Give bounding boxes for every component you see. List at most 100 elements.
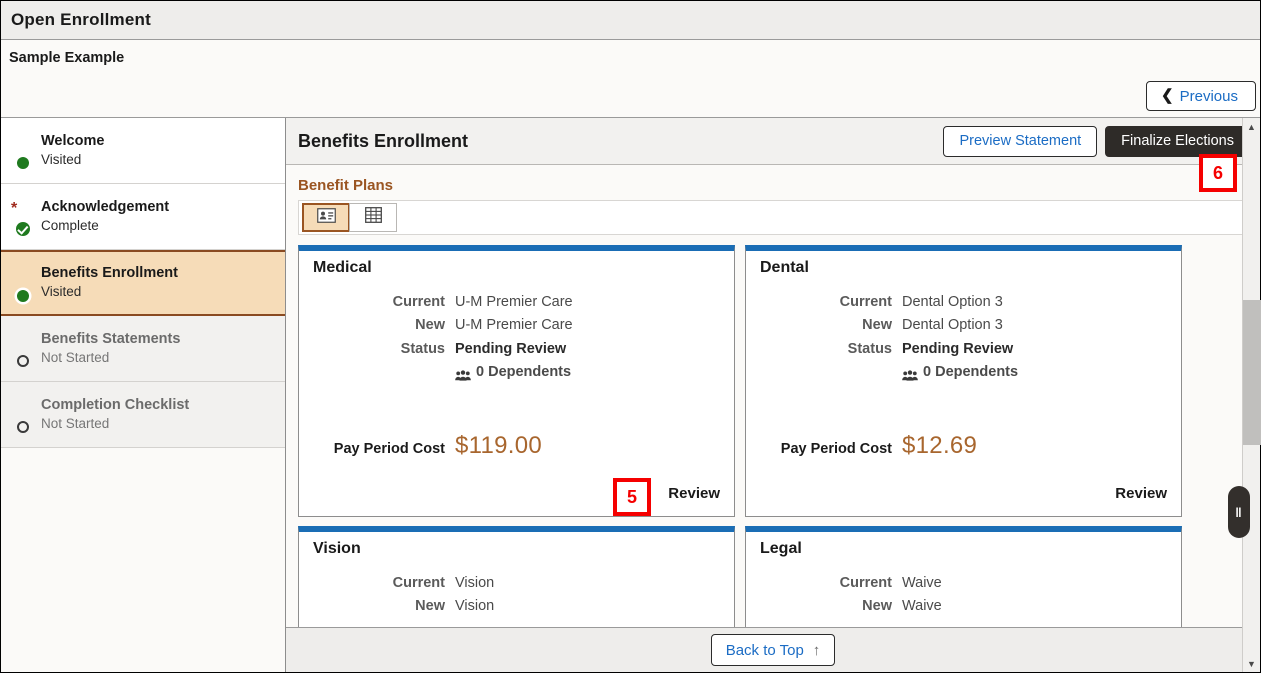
pay-period-cost-label: Pay Period Cost bbox=[333, 441, 445, 457]
sidebar-item-acknowledgement[interactable]: * Acknowledgement Complete bbox=[1, 184, 285, 250]
sub-header-subtitle: Sample Example bbox=[9, 50, 125, 66]
sub-header: Sample Example ❮ Previous bbox=[1, 40, 1260, 118]
green-check-icon bbox=[15, 221, 30, 236]
pay-period-cost-value: $12.69 bbox=[902, 432, 978, 459]
grid-view-toggle-button[interactable] bbox=[349, 203, 397, 232]
field-value: Vision bbox=[455, 575, 495, 591]
sidebar-item-benefits-statements[interactable]: Benefits Statements Not Started bbox=[1, 316, 285, 382]
sidebar-item-status: Visited bbox=[41, 152, 82, 168]
field-label: New bbox=[862, 317, 892, 334]
annotation-callout-5: 5 bbox=[613, 478, 651, 516]
panel-collapse-handle[interactable]: ‖ bbox=[1228, 486, 1250, 538]
vertical-scrollbar[interactable]: ▲ ▼ bbox=[1242, 118, 1261, 672]
field-value: Dental Option 3 bbox=[902, 294, 1003, 310]
benefit-plans-section-label: Benefit Plans bbox=[298, 177, 394, 194]
field-value: Dental Option 3 bbox=[902, 317, 1003, 334]
benefit-card-dental[interactable]: Dental Current Dental Option 3 New Denta… bbox=[745, 245, 1182, 517]
field-current: Current Dental Option 3 bbox=[776, 291, 1167, 314]
previous-button-label: Previous bbox=[1179, 87, 1238, 105]
field-value: Waive bbox=[902, 598, 942, 615]
field-value: Pending Review bbox=[455, 340, 567, 357]
field-current: Current U-M Premier Care bbox=[329, 291, 720, 314]
benefit-plan-card-grid: Medical Current U-M Premier Care New U-M… bbox=[298, 245, 1250, 627]
main-panel-footer: Back to Top ↑ bbox=[286, 627, 1260, 672]
field-status: Status Pending Review bbox=[776, 338, 1167, 361]
field-status: Status Pending Review bbox=[329, 338, 720, 361]
card-fields: Current U-M Premier Care New U-M Premier… bbox=[329, 291, 720, 385]
id-card-icon bbox=[316, 207, 336, 228]
pay-period-cost-label: Pay Period Cost bbox=[780, 441, 892, 457]
card-title: Dental bbox=[760, 259, 809, 276]
benefit-plans-scroll-area: Benefit Plans Medical Current U-M Premie… bbox=[286, 165, 1260, 627]
field-label: Status bbox=[400, 340, 445, 357]
field-label: Status bbox=[847, 340, 892, 357]
review-link-dental[interactable]: Review bbox=[1115, 485, 1167, 502]
field-value: Waive bbox=[902, 575, 942, 591]
finalize-elections-label: Finalize Elections bbox=[1121, 133, 1234, 149]
card-title: Medical bbox=[313, 259, 372, 276]
field-new: New Vision bbox=[329, 595, 720, 618]
field-label: Current bbox=[392, 575, 445, 591]
pay-period-cost-value: $119.00 bbox=[455, 432, 543, 459]
previous-button[interactable]: ❮ Previous bbox=[1146, 81, 1256, 111]
people-group-icon bbox=[902, 367, 918, 381]
scroll-up-button[interactable]: ▲ bbox=[1243, 118, 1261, 135]
scrollbar-track[interactable] bbox=[1242, 135, 1261, 655]
enrollment-step-sidebar: Welcome Visited * Acknowledgement Comple… bbox=[1, 118, 286, 672]
field-label: New bbox=[415, 317, 445, 334]
sidebar-item-completion-checklist[interactable]: Completion Checklist Not Started bbox=[1, 382, 285, 448]
card-fields: Current Vision New Vision bbox=[329, 572, 720, 619]
sidebar-item-status: Not Started bbox=[41, 416, 110, 432]
field-dependents: 0 Dependents bbox=[329, 361, 720, 384]
pay-period-cost-row: Pay Period Cost $119.00 bbox=[313, 432, 720, 460]
annotation-callout-6: 6 bbox=[1199, 154, 1237, 192]
finalize-elections-button[interactable]: Finalize Elections bbox=[1105, 125, 1250, 157]
dependents-count-label: 0 Dependents bbox=[923, 364, 1019, 381]
scrollbar-thumb[interactable] bbox=[1242, 300, 1261, 445]
field-label: Current bbox=[839, 294, 892, 310]
required-asterisk-icon: * bbox=[11, 200, 18, 217]
body-region: Welcome Visited * Acknowledgement Comple… bbox=[1, 118, 1261, 672]
app-window: Open Enrollment Sample Example ❮ Previou… bbox=[0, 0, 1261, 673]
card-view-toggle-button[interactable] bbox=[302, 203, 350, 232]
field-value: Vision bbox=[455, 598, 495, 615]
benefit-card-legal[interactable]: Legal Current Waive New Waive bbox=[745, 526, 1182, 627]
sidebar-item-status: Complete bbox=[41, 218, 99, 234]
pay-period-cost-row: Pay Period Cost $12.69 bbox=[760, 432, 1167, 460]
sidebar-item-benefits-enrollment[interactable]: Benefits Enrollment Visited bbox=[1, 250, 285, 316]
field-current: Current Vision bbox=[329, 572, 720, 595]
sidebar-item-label: Benefits Statements bbox=[41, 331, 181, 347]
sidebar-item-label: Welcome bbox=[41, 133, 105, 149]
chevron-left-icon: ❮ bbox=[1161, 86, 1174, 104]
main-panel: Benefits Enrollment Preview Statement Fi… bbox=[286, 118, 1260, 672]
field-label: New bbox=[415, 598, 445, 615]
sidebar-item-label: Acknowledgement bbox=[41, 199, 170, 215]
open-circle-icon bbox=[15, 419, 30, 434]
grid-table-icon bbox=[364, 207, 382, 228]
card-fields: Current Waive New Waive bbox=[776, 572, 1167, 619]
scroll-down-button[interactable]: ▼ bbox=[1243, 655, 1261, 672]
field-label: Current bbox=[392, 294, 445, 310]
view-toggle-bar bbox=[298, 200, 1250, 235]
sidebar-item-status: Visited bbox=[41, 284, 82, 300]
review-link-medical[interactable]: Review bbox=[668, 485, 720, 502]
dependents-count-label: 0 Dependents bbox=[476, 364, 572, 381]
sidebar-item-label: Completion Checklist bbox=[41, 397, 190, 413]
window-title-bar: Open Enrollment bbox=[1, 1, 1260, 40]
card-title: Vision bbox=[313, 540, 361, 557]
sidebar-empty-space bbox=[1, 448, 285, 672]
field-current: Current Waive bbox=[776, 572, 1167, 595]
preview-statement-button[interactable]: Preview Statement bbox=[943, 125, 1098, 157]
open-circle-icon bbox=[15, 353, 30, 368]
main-panel-header: Benefits Enrollment Preview Statement Fi… bbox=[286, 118, 1260, 165]
field-new: New Waive bbox=[776, 595, 1167, 618]
benefit-card-medical[interactable]: Medical Current U-M Premier Care New U-M… bbox=[298, 245, 735, 517]
people-group-icon bbox=[455, 367, 471, 381]
benefit-card-vision[interactable]: Vision Current Vision New Vision bbox=[298, 526, 735, 627]
back-to-top-button[interactable]: Back to Top ↑ bbox=[710, 634, 836, 666]
field-new: New Dental Option 3 bbox=[776, 314, 1167, 337]
sidebar-item-label: Benefits Enrollment bbox=[41, 265, 178, 281]
window-title: Open Enrollment bbox=[11, 10, 151, 29]
grip-icon: ‖ bbox=[1235, 504, 1243, 520]
sidebar-item-welcome[interactable]: Welcome Visited bbox=[1, 118, 285, 184]
